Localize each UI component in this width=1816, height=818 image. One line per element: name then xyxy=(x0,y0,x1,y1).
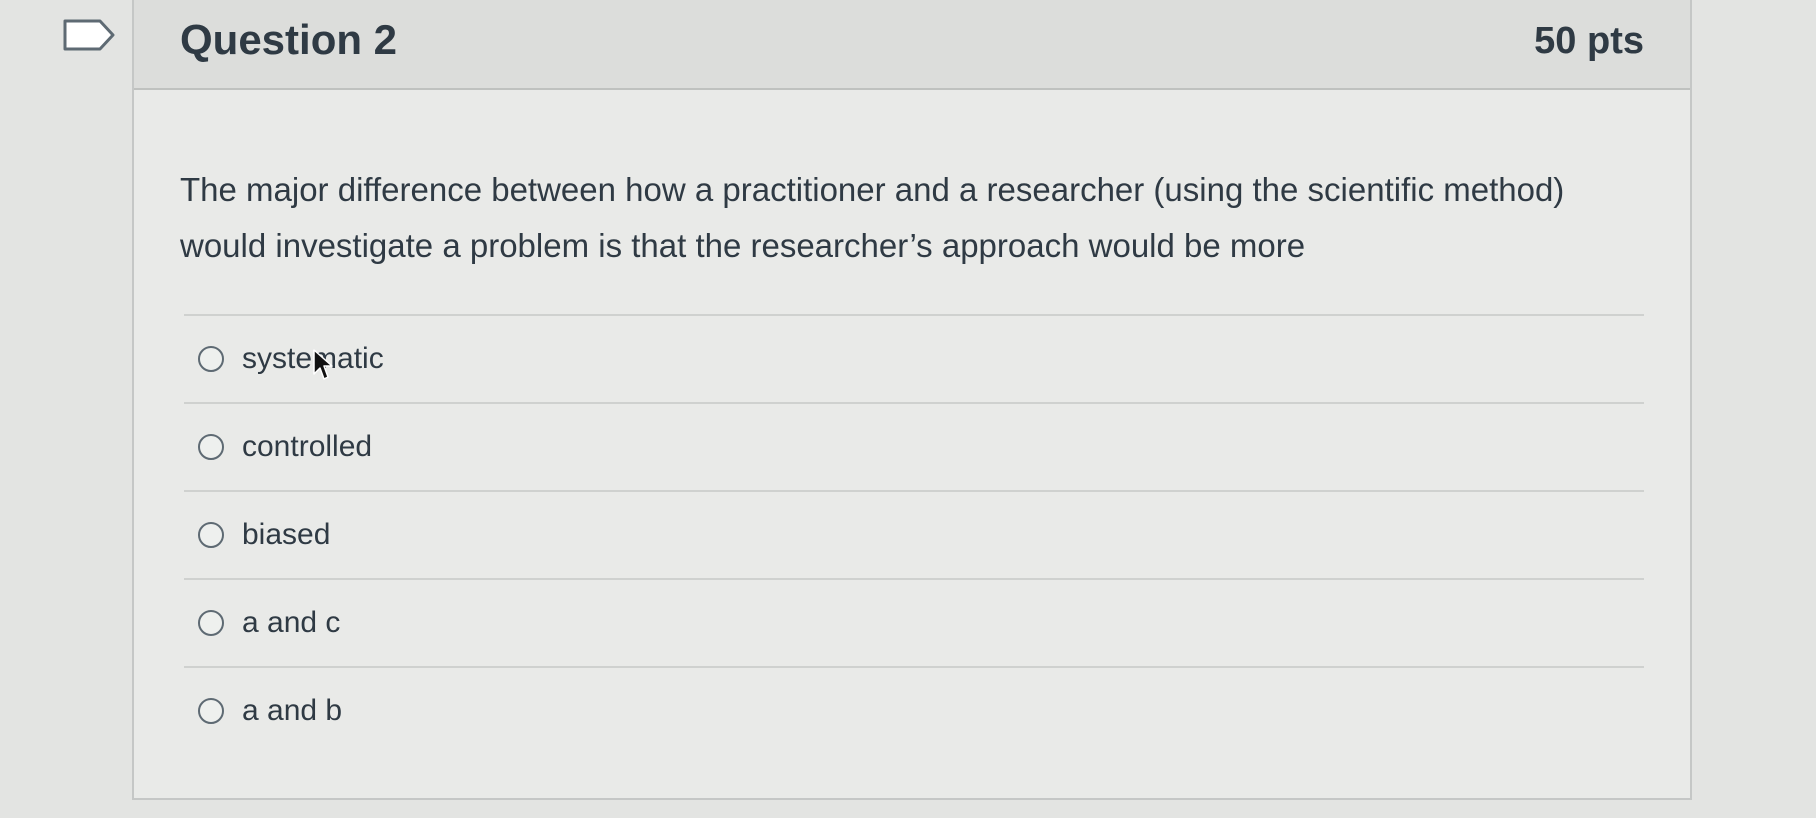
question-points: 50 pts xyxy=(1534,20,1644,62)
answer-label[interactable]: biased xyxy=(242,518,330,552)
question-text: The major difference between how a pract… xyxy=(180,171,1565,264)
radio-button[interactable] xyxy=(198,522,224,548)
mouse-pointer-icon xyxy=(313,349,333,380)
answer-option-controlled[interactable]: controlled xyxy=(184,402,1644,490)
question-header: Question 2 50 pts xyxy=(134,0,1690,90)
answer-label[interactable]: a and c xyxy=(242,606,340,640)
answer-option-a-and-b[interactable]: a and b xyxy=(184,666,1644,754)
radio-button[interactable] xyxy=(198,434,224,460)
flag-question-icon[interactable] xyxy=(62,18,116,52)
radio-button[interactable] xyxy=(198,698,224,724)
answer-option-biased[interactable]: biased xyxy=(184,490,1644,578)
question-card: Question 2 50 pts The major difference b… xyxy=(132,0,1692,800)
question-title: Question 2 xyxy=(180,16,398,63)
answer-label[interactable]: a and b xyxy=(242,694,342,728)
answer-option-systematic[interactable]: systematic xyxy=(184,314,1644,402)
radio-button[interactable] xyxy=(198,346,224,372)
answer-option-a-and-c[interactable]: a and c xyxy=(184,578,1644,666)
answer-list: systematic controlled biased a and c a a… xyxy=(184,314,1644,754)
radio-button[interactable] xyxy=(198,610,224,636)
answer-label[interactable]: controlled xyxy=(242,430,372,464)
